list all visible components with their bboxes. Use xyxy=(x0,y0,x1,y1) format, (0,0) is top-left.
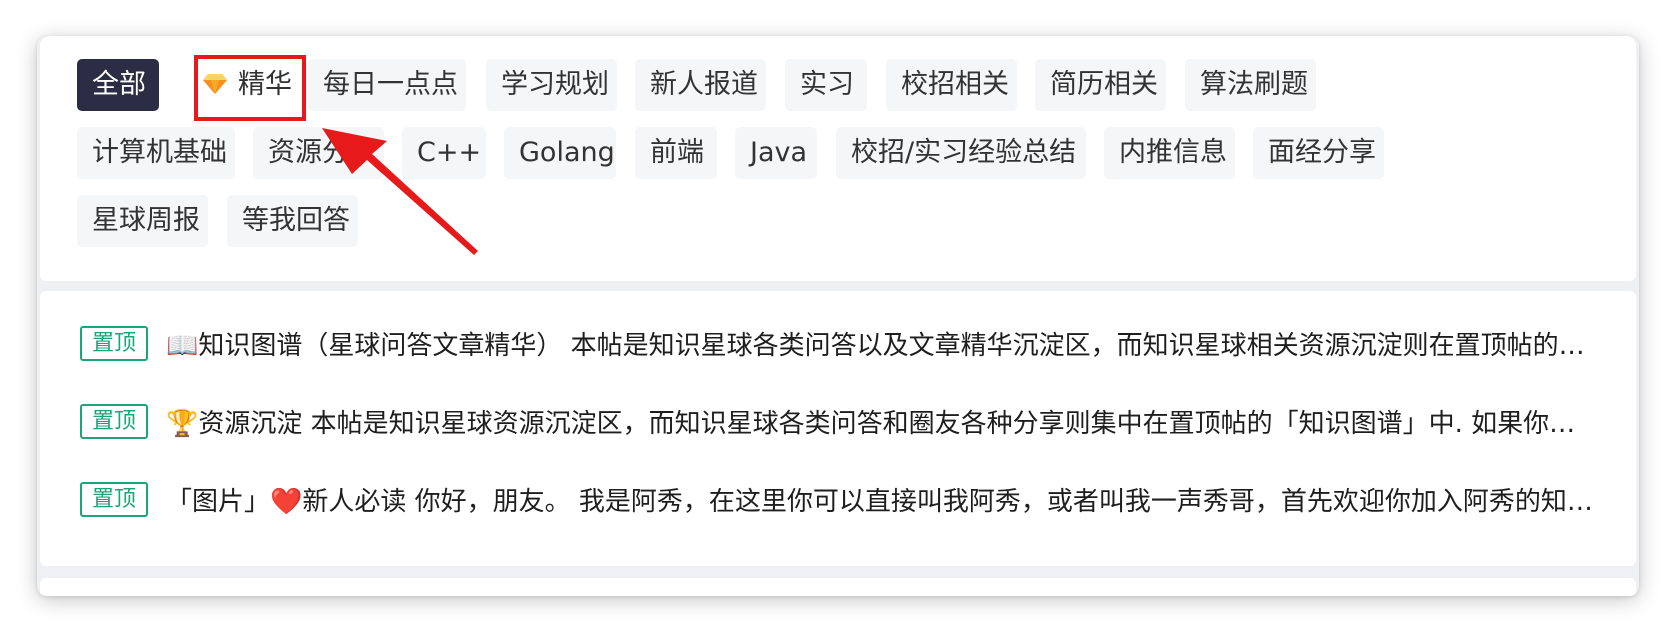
annotation-arrow-icon xyxy=(322,128,478,255)
